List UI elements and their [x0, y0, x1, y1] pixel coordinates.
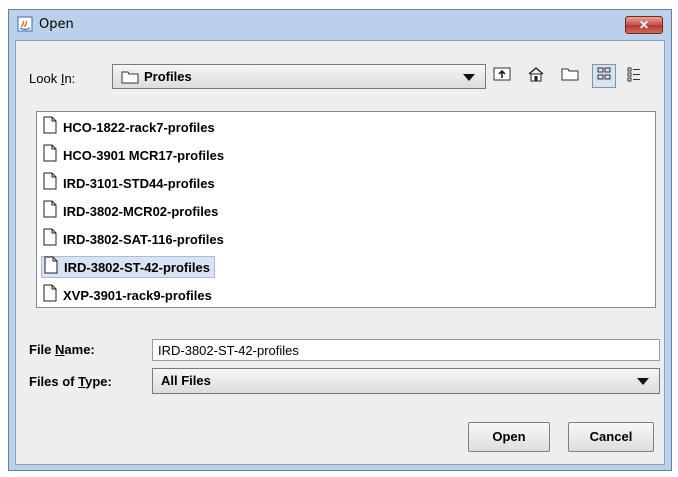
- look-in-combo[interactable]: Profiles: [112, 64, 486, 89]
- open-button[interactable]: Open: [468, 422, 550, 452]
- file-type-combo[interactable]: All Files: [152, 368, 660, 394]
- look-in-value: Profiles: [144, 69, 192, 84]
- file-name-text: IRD-3802-ST-42-profiles: [64, 259, 210, 275]
- file-list-item[interactable]: IRD-3802-SAT-116-profiles: [41, 228, 228, 250]
- file-icon: [43, 144, 57, 167]
- cancel-button[interactable]: Cancel: [568, 422, 654, 452]
- details-view-icon: [626, 66, 642, 87]
- file-name-text: IRD-3802-MCR02-profiles: [63, 203, 219, 219]
- file-list-item[interactable]: IRD-3101-STD44-profiles: [41, 172, 219, 194]
- up-one-level-icon: [493, 66, 511, 87]
- file-icon: [43, 116, 57, 139]
- file-name-text: IRD-3802-SAT-116-profiles: [63, 231, 224, 247]
- file-list-item[interactable]: HCO-3901 MCR17-profiles: [41, 144, 228, 166]
- folder-icon: [121, 70, 139, 89]
- file-icon: [43, 228, 57, 251]
- java-app-icon: [17, 16, 33, 32]
- file-name-text: HCO-1822-rack7-profiles: [63, 119, 215, 135]
- up-one-level-button[interactable]: [490, 64, 514, 88]
- file-list-item[interactable]: XVP-3901-rack9-profiles: [41, 284, 216, 306]
- home-icon: [527, 66, 545, 87]
- details-view-button[interactable]: [622, 64, 646, 88]
- look-in-label: Look In:: [29, 71, 76, 86]
- title-bar[interactable]: Open ✕: [9, 10, 671, 40]
- file-icon: [43, 284, 57, 307]
- file-icon: [43, 172, 57, 195]
- file-icon: [44, 256, 58, 279]
- window-title: Open: [39, 17, 74, 32]
- file-type-label: Files of Type:: [29, 374, 112, 389]
- home-button[interactable]: [524, 64, 548, 88]
- close-button[interactable]: ✕: [625, 16, 663, 34]
- file-name-text: IRD-3101-STD44-profiles: [63, 175, 215, 191]
- file-list-item[interactable]: IRD-3802-MCR02-profiles: [41, 200, 222, 222]
- file-list-item[interactable]: HCO-1822-rack7-profiles: [41, 116, 219, 138]
- file-name-input[interactable]: [152, 339, 660, 361]
- close-icon: ✕: [638, 18, 650, 32]
- list-view-button[interactable]: [592, 64, 616, 88]
- chevron-down-icon: [463, 74, 475, 81]
- file-name-text: XVP-3901-rack9-profiles: [63, 287, 212, 303]
- new-folder-icon: [561, 67, 579, 86]
- chevron-down-icon: [637, 378, 649, 385]
- file-name-label: File Name:: [29, 342, 95, 357]
- file-name-text: HCO-3901 MCR17-profiles: [63, 147, 225, 163]
- file-list[interactable]: HCO-1822-rack7-profiles HCO-3901 MCR17-pr…: [36, 111, 656, 308]
- list-view-icon: [596, 66, 612, 87]
- dialog-body: Look In: Profiles HCO-1822-rack7-profile…: [15, 40, 665, 465]
- file-type-value: All Files: [161, 373, 211, 388]
- new-folder-button[interactable]: [558, 64, 582, 88]
- file-list-item[interactable]: IRD-3802-ST-42-profiles: [41, 256, 215, 278]
- open-dialog: Open ✕ Look In: Profiles HCO-1822-rack7-…: [8, 9, 672, 471]
- file-icon: [43, 200, 57, 223]
